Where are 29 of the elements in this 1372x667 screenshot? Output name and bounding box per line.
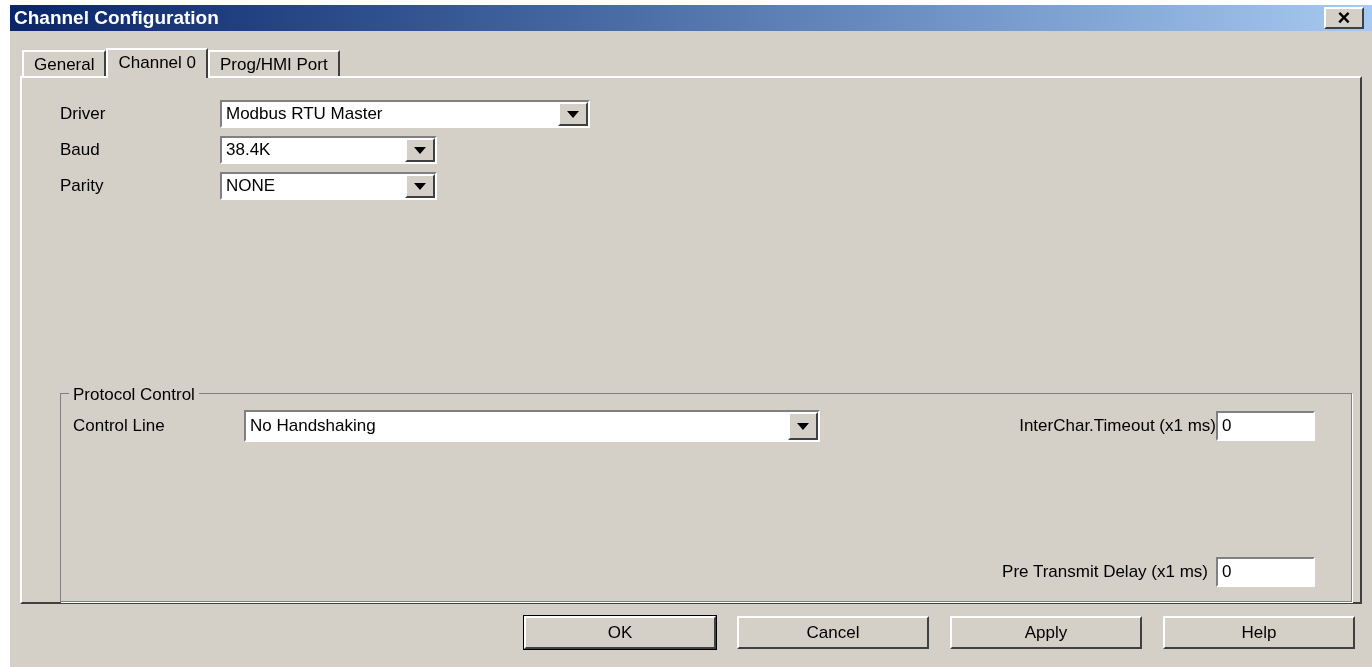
field-label: InterChar.Timeout (x1 ms) (1019, 415, 1216, 438)
tab[interactable]: General (22, 50, 107, 76)
field-label: Pre Transmit Delay (x1 ms) (1002, 561, 1208, 584)
dialog-button[interactable]: Cancel (737, 616, 929, 649)
field-label: Driver (60, 103, 107, 126)
field-label: Control Line (73, 415, 166, 438)
caret-icon (797, 422, 809, 430)
dropdown-button[interactable] (405, 174, 435, 198)
input-field[interactable]: 0 (1216, 411, 1315, 441)
dropdown-button[interactable] (405, 138, 435, 162)
dropdown-field[interactable]: 38.4K (220, 136, 437, 164)
dropdown-field[interactable]: No Handshaking (244, 410, 820, 442)
field-label: Baud (60, 139, 101, 162)
dropdown-field[interactable]: NONE (220, 172, 437, 200)
tab[interactable]: Channel 0 (106, 48, 208, 78)
dialog-button[interactable]: OK (524, 616, 716, 649)
caret-icon (414, 182, 426, 190)
tab[interactable]: Prog/HMI Port (208, 50, 340, 76)
input-field[interactable]: 0 (1216, 557, 1315, 587)
dialog-button[interactable]: Help (1163, 616, 1355, 649)
dialog-button[interactable]: Apply (950, 616, 1142, 649)
window-title: Channel Configuration (14, 5, 219, 30)
caret-icon (567, 110, 579, 118)
caret-icon (414, 146, 426, 154)
close-button[interactable]: × (1324, 7, 1364, 29)
dropdown-button[interactable] (788, 412, 818, 440)
field-label: Parity (60, 175, 105, 198)
dropdown-button[interactable] (558, 102, 588, 126)
dropdown-field[interactable]: Modbus RTU Master (220, 100, 590, 128)
